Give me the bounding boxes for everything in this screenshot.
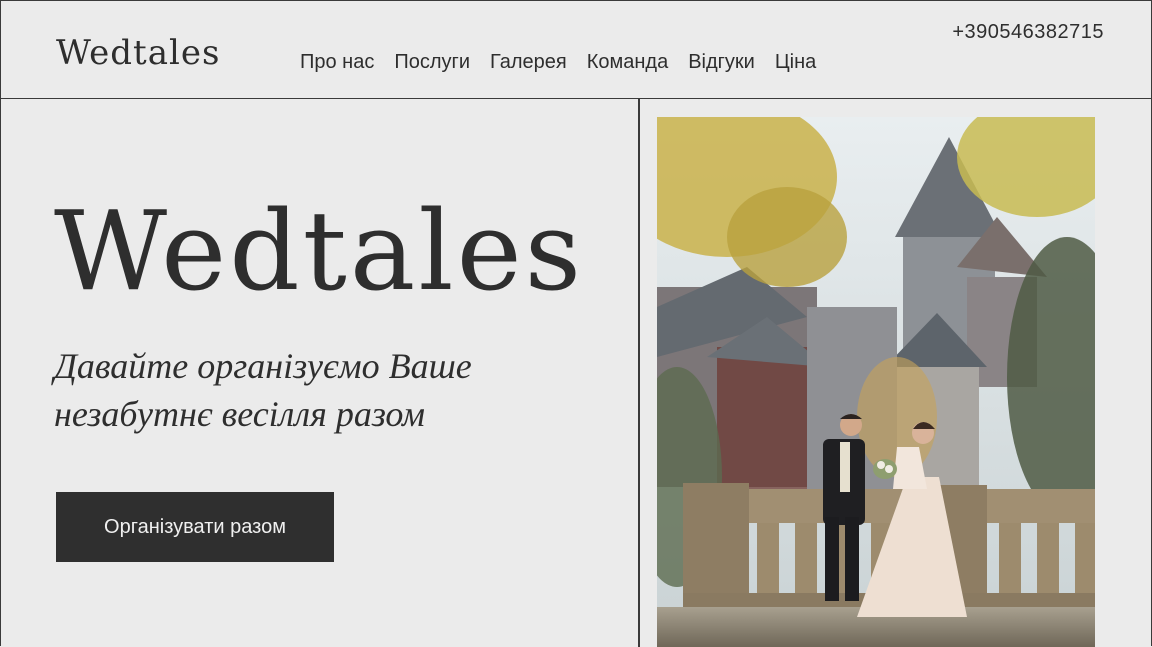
hero-tagline: Давайте організуємо Ваше незабутнє весіл… (54, 346, 472, 434)
nav-item-price[interactable]: Ціна (775, 50, 816, 74)
nav-item-team[interactable]: Команда (587, 50, 668, 74)
nav-item-about[interactable]: Про нас (300, 50, 374, 74)
hero-title: Wedtales (54, 187, 585, 315)
main-nav: Про нас Послуги Галерея Команда Відгуки … (300, 50, 816, 74)
vertical-divider (638, 99, 640, 647)
logo[interactable]: Wedtales (56, 36, 220, 70)
nav-item-services[interactable]: Послуги (394, 50, 470, 74)
wedding-photo (657, 117, 1095, 647)
nav-item-gallery[interactable]: Галерея (490, 50, 567, 74)
site-header: Wedtales Про нас Послуги Галерея Команда… (0, 0, 1152, 99)
phone-number[interactable]: +390546382715 (952, 20, 1104, 44)
organize-together-button[interactable]: Організувати разом (56, 492, 334, 562)
nav-item-reviews[interactable]: Відгуки (688, 50, 755, 74)
